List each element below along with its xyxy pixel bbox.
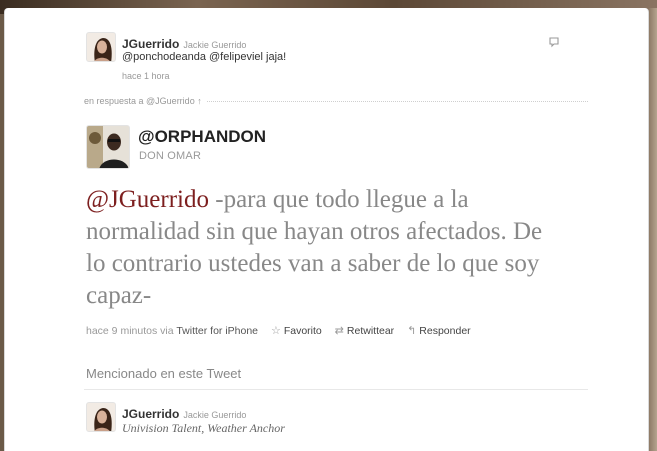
avatar[interactable] [86,125,130,169]
favorite-label: Favorito [283,325,322,337]
user-bio: Univision Talent, Weather Anchor [122,421,285,435]
avatar[interactable] [86,402,116,432]
tweet-timestamp[interactable]: hace 9 minutos [86,325,157,337]
reply-button[interactable]: ↰ Responder [407,325,471,337]
tweet-text: @ponchodeanda @felipeviel jaja! [122,51,287,63]
via-app-link[interactable]: Twitter for iPhone [176,325,258,337]
retweet-label: Retwittear [346,325,395,337]
page-background-edge [649,8,657,451]
user-name[interactable]: JGuerrido [122,37,179,51]
star-icon: ☆ [270,325,281,337]
user-full-name: DON OMAR [139,150,202,162]
user-full-name: Jackie Guerrido [183,40,247,50]
user-handle[interactable]: @ORPHANDON [138,127,266,147]
in-reply-to-label: en respuesta a @JGuerrido ↑ [84,96,202,106]
reply-arrow-icon: ↰ [407,325,417,337]
avatar-image [87,126,129,168]
in-reply-to-link[interactable]: en respuesta a @JGuerrido ↑ [84,96,206,106]
tweet-text: @JGuerrido -para que todo llegue a la no… [86,184,556,312]
user-name[interactable]: JGuerrido [122,407,179,421]
tweet-meta: hace 9 minutos via Twitter for iPhone ☆ F… [86,324,471,337]
mention-link[interactable]: @JGuerrido [86,186,209,213]
avatar-image [87,403,115,431]
retweet-button[interactable]: ⇄ Retwittear [335,325,394,337]
section-heading: Mencionado en este Tweet [86,366,242,381]
reply-label: Responder [419,325,471,337]
speech-bubble-icon[interactable] [548,36,560,48]
divider [84,389,588,390]
retweet-icon: ⇄ [334,325,344,337]
avatar[interactable] [86,32,116,62]
tweet-timestamp[interactable]: hace 1 hora [122,71,170,81]
user-full-name: Jackie Guerrido [183,410,247,420]
via-label: via [160,325,174,337]
favorite-button[interactable]: ☆ Favorito [271,325,322,337]
avatar-image [87,33,115,61]
